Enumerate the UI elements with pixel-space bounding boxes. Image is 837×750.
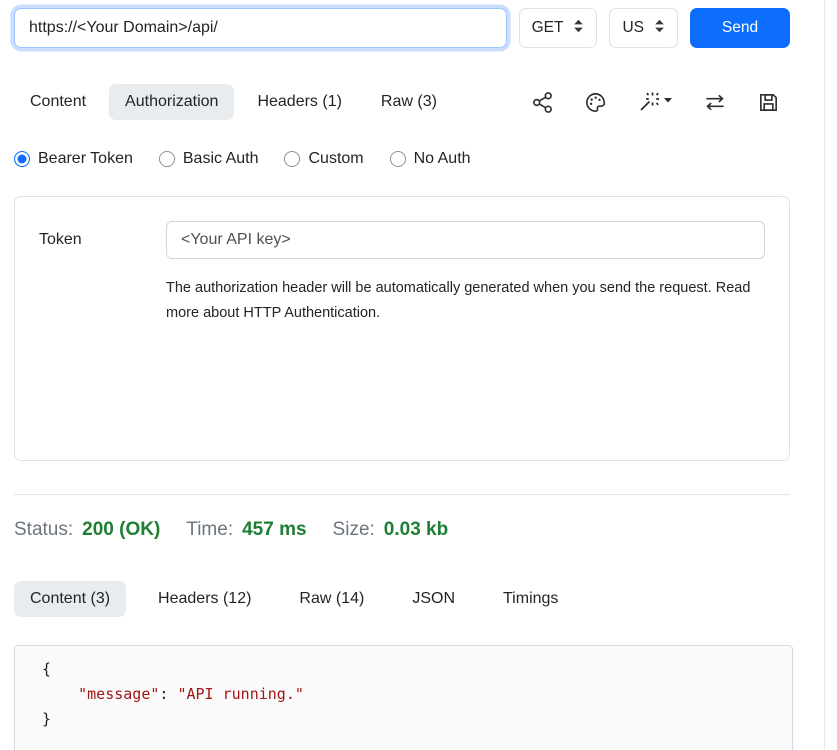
- swap-arrows-icon[interactable]: [703, 91, 727, 114]
- section-divider: [14, 494, 790, 495]
- radio-bearer-token[interactable]: Bearer Token: [14, 150, 133, 168]
- save-icon[interactable]: [757, 91, 780, 114]
- palette-icon[interactable]: [584, 91, 607, 114]
- region-select-value: US: [622, 19, 644, 37]
- json-value: "API running.": [177, 685, 303, 703]
- radio-label: No Auth: [414, 150, 471, 168]
- radio-custom[interactable]: Custom: [284, 150, 363, 168]
- radio-unselected-icon: [390, 151, 406, 167]
- tab-content[interactable]: Content: [14, 84, 102, 120]
- radio-unselected-icon: [159, 151, 175, 167]
- size-label: Size:: [333, 519, 375, 541]
- auth-helper-text: The authorization header will be automat…: [166, 276, 754, 326]
- json-response-text: { "message": "API running." }: [42, 657, 792, 732]
- time-label: Time:: [186, 519, 233, 541]
- region-select[interactable]: US: [609, 8, 678, 48]
- radio-no-auth[interactable]: No Auth: [390, 150, 471, 168]
- token-label: Token: [39, 231, 166, 249]
- method-select-value: GET: [532, 19, 564, 37]
- auth-type-options: Bearer Token Basic Auth Custom No Auth: [14, 150, 790, 168]
- share-icon[interactable]: [531, 91, 554, 114]
- json-open-brace: {: [42, 660, 51, 678]
- status-label: Status:: [14, 519, 73, 541]
- radio-basic-auth[interactable]: Basic Auth: [159, 150, 259, 168]
- response-body[interactable]: { "message": "API running." }: [14, 645, 793, 750]
- right-column-divider: [824, 0, 825, 750]
- method-select[interactable]: GET: [519, 8, 598, 48]
- radio-label: Basic Auth: [183, 150, 259, 168]
- resp-tab-json[interactable]: JSON: [396, 581, 471, 617]
- up-down-arrows-icon: [573, 19, 584, 38]
- bearer-token-panel: Token The authorization header will be a…: [14, 196, 790, 461]
- json-indent: [42, 685, 78, 703]
- json-separator: :: [159, 685, 177, 703]
- radio-label: Bearer Token: [38, 150, 133, 168]
- request-bar: GET US Send: [14, 0, 790, 48]
- resp-tab-timings[interactable]: Timings: [487, 581, 574, 617]
- radio-unselected-icon: [284, 151, 300, 167]
- api-client-page: GET US Send: [0, 0, 837, 750]
- json-key: "message": [78, 685, 159, 703]
- resp-tab-content[interactable]: Content (3): [14, 581, 126, 617]
- resp-tab-raw[interactable]: Raw (14): [283, 581, 380, 617]
- token-input[interactable]: [166, 221, 765, 259]
- request-toolbar: [531, 91, 790, 114]
- magic-wand-dropdown-icon[interactable]: [637, 91, 673, 114]
- tab-authorization[interactable]: Authorization: [109, 84, 234, 120]
- response-tabs: Content (3) Headers (12) Raw (14) JSON T…: [14, 581, 790, 617]
- time-pair: Time: 457 ms: [186, 519, 306, 541]
- send-button[interactable]: Send: [690, 8, 790, 48]
- up-down-arrows-icon: [654, 19, 665, 38]
- radio-label: Custom: [308, 150, 363, 168]
- url-input[interactable]: [14, 8, 507, 48]
- size-pair: Size: 0.03 kb: [333, 519, 449, 541]
- status-value: 200 (OK): [82, 519, 160, 541]
- json-close-brace: }: [42, 710, 51, 728]
- request-tabs: Content Authorization Headers (1) Raw (3…: [14, 84, 790, 120]
- radio-selected-icon: [14, 151, 30, 167]
- tab-headers[interactable]: Headers (1): [241, 84, 357, 120]
- resp-tab-headers[interactable]: Headers (12): [142, 581, 267, 617]
- response-summary: Status: 200 (OK) Time: 457 ms Size: 0.03…: [14, 519, 790, 541]
- size-value: 0.03 kb: [384, 519, 448, 541]
- tab-raw[interactable]: Raw (3): [365, 84, 453, 120]
- status-pair: Status: 200 (OK): [14, 519, 160, 541]
- time-value: 457 ms: [242, 519, 306, 541]
